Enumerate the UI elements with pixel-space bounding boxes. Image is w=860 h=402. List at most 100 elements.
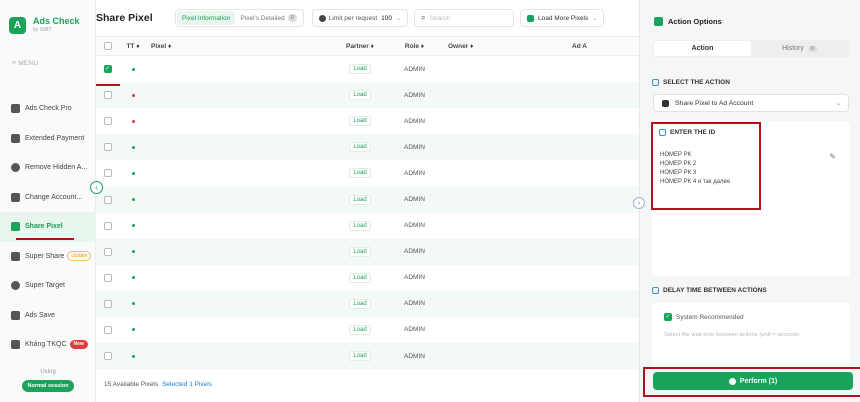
pixel-table: TT ♦ Pixel ♦ Partner ♦ Role ♦ Owner ♦ Ad… (96, 36, 639, 370)
sidebar-item-khang-tkqc[interactable]: Kháng TKQC New (0, 330, 96, 360)
row-checkbox[interactable] (103, 221, 112, 230)
load-more-label: Load More Pixels (538, 14, 589, 22)
perform-button[interactable]: Perform (1) (653, 372, 853, 390)
status-dot (131, 224, 135, 228)
table-row[interactable]: ✓ Load ADMIN (96, 56, 639, 82)
table-row[interactable]: LoadADMIN (96, 213, 639, 239)
row-checkbox[interactable]: ✓ (103, 65, 112, 74)
load-partner-link[interactable]: Load (349, 324, 371, 335)
load-partner-link[interactable]: Load (349, 220, 371, 231)
table-row[interactable]: LoadADMIN (96, 317, 639, 343)
system-recommended-label: System Recommended (676, 313, 744, 321)
table-row[interactable]: LoadADMIN (96, 82, 639, 109)
table-row[interactable]: LoadADMIN (96, 160, 639, 186)
status-dot (131, 119, 135, 123)
load-partner-link[interactable]: Load (349, 116, 371, 127)
list-icon (652, 79, 659, 86)
view-tabs: Pixel Information Pixel's Detailed 0 (175, 9, 304, 27)
system-recommended-checkbox[interactable]: ✓ System Recommended (664, 313, 744, 321)
selected-action: Share Pixel to Ad Account (675, 99, 754, 107)
load-partner-link[interactable]: Load (349, 246, 371, 257)
chevron-down-icon: ⌄ (835, 100, 841, 107)
table-row[interactable]: LoadADMIN (96, 369, 639, 370)
table-row[interactable]: LoadADMIN (96, 186, 639, 213)
pencil-icon[interactable]: ✎ (829, 152, 836, 161)
limit-label: Limit per request (328, 14, 378, 22)
row-checkbox[interactable] (103, 273, 112, 282)
table-row[interactable]: LoadADMIN (96, 134, 639, 161)
selected-pixels-count: Selected 1 Pixels (162, 380, 212, 388)
row-checkbox[interactable] (103, 247, 112, 256)
tab-count: 0 (287, 14, 297, 22)
sidebar-item-change-account[interactable]: Change Account... (0, 183, 96, 213)
load-partner-link[interactable]: Load (349, 142, 371, 153)
ads-check-logo-icon: A (9, 16, 26, 34)
col-tt[interactable]: TT ♦ (119, 43, 147, 50)
sidebar-item-label: Remove Hidden A... (25, 164, 88, 172)
page-title: Share Pixel (96, 12, 153, 24)
row-checkbox[interactable] (103, 299, 112, 308)
col-partner[interactable]: Partner ♦ (329, 43, 391, 50)
sidebar-item-share-pixel[interactable]: Share Pixel (0, 212, 96, 242)
info-icon (318, 14, 326, 22)
load-partner-link[interactable]: Load (349, 64, 371, 75)
brand[interactable]: A Ads Check by SMIT (0, 0, 95, 40)
menu-toggle[interactable]: ≡ MENU (12, 60, 39, 67)
expand-panel-icon[interactable]: › (633, 197, 645, 209)
sidebar-item-super-target[interactable]: Super Target (0, 271, 96, 301)
table-row[interactable]: LoadADMIN (96, 290, 639, 317)
play-icon (728, 377, 736, 385)
available-pixels-count: 15 Available Pixels (104, 380, 159, 388)
row-checkbox[interactable] (103, 143, 112, 152)
action-select[interactable]: Share Pixel to Ad Account ⌄ (653, 94, 849, 112)
limit-per-request-select[interactable]: Limit per request 100 ⌄ (311, 9, 409, 27)
enter-id-label-text: ENTER THE ID (670, 129, 716, 136)
row-checkbox[interactable] (103, 195, 112, 204)
id-icon (659, 129, 666, 136)
col-ad[interactable]: Ad A (566, 43, 639, 50)
col-role[interactable]: Role ♦ (391, 43, 438, 50)
session-badge[interactable]: Normal session (22, 380, 74, 392)
load-partner-link[interactable]: Load (349, 272, 371, 283)
row-checkbox[interactable] (103, 91, 112, 100)
id-textarea[interactable]: НОМЕР РК НОМЕР РК 2 НОМЕР РК 3 НОМЕР РК … (660, 151, 730, 187)
table-row[interactable]: LoadADMIN (96, 265, 639, 291)
save-icon (11, 310, 20, 320)
load-partner-link[interactable]: Load (349, 194, 371, 205)
status-dot (131, 198, 135, 202)
load-partner-link[interactable]: Load (349, 351, 371, 362)
chevron-down-icon: ⌄ (396, 15, 402, 22)
load-partner-link[interactable]: Load (349, 168, 371, 179)
tab-pixel-information[interactable]: Pixel Information (177, 11, 236, 25)
col-owner[interactable]: Owner ♦ (438, 43, 566, 50)
sidebar-item-extended-payment[interactable]: Extended Payment (0, 124, 96, 154)
share-icon (11, 251, 20, 261)
pixel-icon (662, 99, 669, 107)
annotation-underline (96, 84, 120, 86)
table-row[interactable]: Load ADMIN (96, 238, 639, 265)
id-line: НОМЕР РК 2 (660, 161, 697, 167)
sidebar-item-ads-check-pro[interactable]: Ads Check Pro (0, 94, 96, 124)
table-row[interactable]: LoadADMIN (96, 108, 639, 134)
sidebar-item-super-share[interactable]: Super Share Update (0, 242, 96, 272)
brand-title: Ads Check (33, 16, 80, 26)
tab-action[interactable]: Action (654, 41, 751, 56)
row-checkbox[interactable] (103, 169, 112, 178)
sidebar-item-remove-hidden[interactable]: Remove Hidden A... (0, 153, 96, 183)
search-input[interactable]: ⌕ Search (414, 9, 515, 27)
row-checkbox[interactable] (103, 352, 112, 361)
tab-history[interactable]: History 0 (751, 41, 848, 56)
table-row[interactable]: LoadADMIN (96, 343, 639, 370)
load-more-pixels-button[interactable]: Load More Pixels ⌄ (520, 9, 605, 27)
sidebar-item-ads-save[interactable]: Ads Save (0, 301, 96, 331)
col-pixel[interactable]: Pixel ♦ (147, 43, 231, 50)
role-cell: ADMIN (404, 248, 425, 256)
load-partner-link[interactable]: Load (349, 90, 371, 101)
tab-pixels-detailed[interactable]: Pixel's Detailed 0 (235, 11, 301, 25)
row-checkbox[interactable] (103, 117, 112, 126)
id-line: НОМЕР РК 4 и так далее (660, 179, 731, 185)
collapse-sidebar-icon[interactable]: ‹ (90, 181, 103, 194)
select-all-checkbox[interactable] (103, 42, 112, 50)
row-checkbox[interactable] (103, 325, 112, 334)
load-partner-link[interactable]: Load (349, 298, 371, 309)
